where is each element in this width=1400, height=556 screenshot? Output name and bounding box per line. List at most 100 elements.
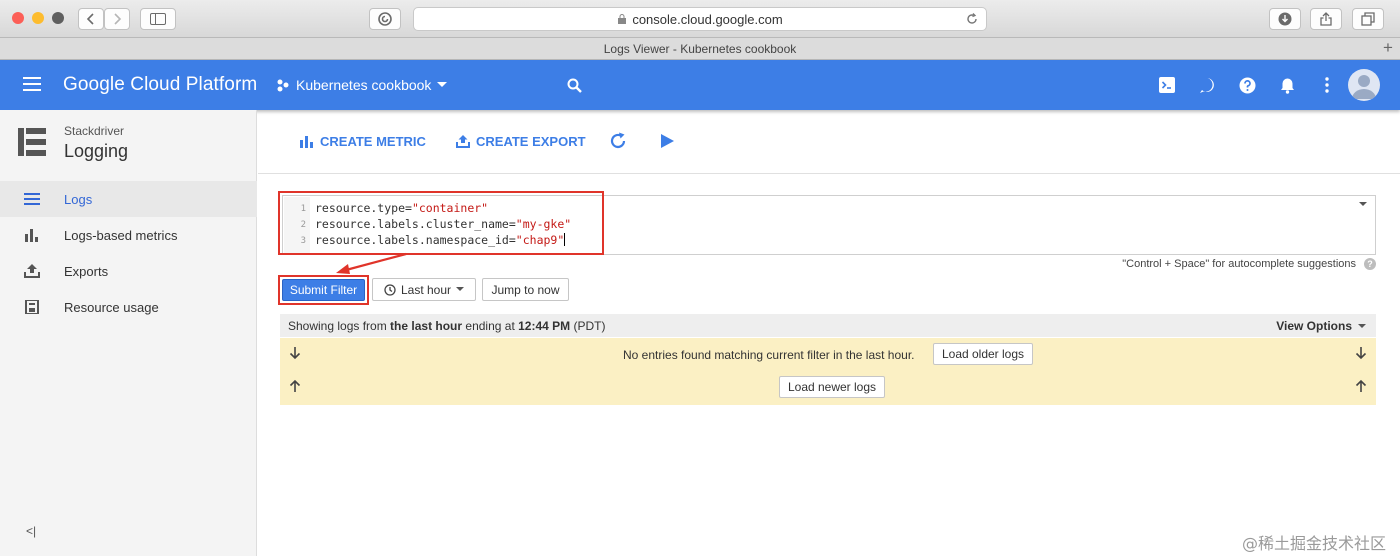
project-dots-icon <box>277 79 289 92</box>
caret-down-icon <box>456 287 465 291</box>
caret-down-icon <box>1358 323 1366 328</box>
status-text: Showing logs from the last hour ending a… <box>288 319 605 333</box>
address-text: console.cloud.google.com <box>632 11 783 27</box>
filter-annotation-box <box>278 191 604 255</box>
sidebar-item-label: Logs-based metrics <box>64 227 178 243</box>
downloads-button[interactable] <box>1269 8 1301 30</box>
share-button[interactable] <box>1310 8 1342 30</box>
alert-icon <box>1199 77 1214 93</box>
avatar[interactable] <box>1348 69 1380 101</box>
jump-to-now-button[interactable]: Jump to now <box>482 278 569 301</box>
more-options-button[interactable] <box>1317 75 1337 95</box>
search-icon <box>567 78 582 93</box>
upload-icon <box>456 135 470 148</box>
address-bar[interactable]: console.cloud.google.com <box>413 7 987 31</box>
play-icon[interactable] <box>661 134 674 148</box>
product-title: Stackdriver Logging <box>64 124 128 162</box>
zoom-window-button[interactable] <box>52 12 64 24</box>
view-options-label: View Options <box>1276 319 1352 333</box>
sidebar-item-label: Resource usage <box>64 299 159 315</box>
create-export-label: CREATE EXPORT <box>476 134 586 149</box>
sidebar-item-logs[interactable]: Logs <box>0 181 257 217</box>
product-name: Logging <box>64 141 129 161</box>
status-range: the last hour <box>390 319 463 333</box>
project-name: Kubernetes cookbook <box>296 77 432 93</box>
watermark: @稀土掘金技术社区 <box>1241 534 1386 553</box>
brand-title[interactable]: Google Cloud Platform <box>63 74 257 96</box>
back-button[interactable] <box>78 8 104 30</box>
minimize-window-button[interactable] <box>32 12 44 24</box>
chevron-right-icon <box>114 13 122 25</box>
status-time: 12:44 PM <box>518 319 571 333</box>
tabs-icon <box>1361 12 1375 26</box>
view-options-button[interactable]: View Options <box>1276 319 1366 333</box>
new-tab-button[interactable]: + <box>1380 39 1396 56</box>
bar-chart-icon <box>25 229 38 242</box>
status-timezone: (PDT) <box>570 319 606 333</box>
storage-icon <box>25 300 39 314</box>
autocomplete-hint: "Control + Space" for autocomplete sugge… <box>1122 258 1356 270</box>
project-selector[interactable]: Kubernetes cookbook <box>276 77 448 93</box>
arrow-down-icon[interactable] <box>1354 346 1368 360</box>
console-header: Google Cloud Platform Kubernetes cookboo… <box>0 60 1400 110</box>
create-metric-button[interactable]: CREATE METRIC <box>300 134 426 149</box>
tabs-overview-button[interactable] <box>1352 8 1384 30</box>
menu-icon[interactable] <box>23 77 41 91</box>
logging-product-icon <box>18 128 46 156</box>
collapse-sidebar-icon[interactable]: <| <box>26 524 36 538</box>
download-icon <box>1278 12 1292 26</box>
reload-icon[interactable] <box>966 13 978 25</box>
sidebar-item-exports[interactable]: Exports <box>0 253 257 289</box>
status-prefix: Showing logs from <box>288 319 391 333</box>
notifications-button[interactable] <box>1277 75 1297 95</box>
submit-annotation-box <box>278 275 369 305</box>
terminal-icon <box>1159 77 1175 93</box>
bell-icon <box>1280 78 1294 94</box>
lock-icon <box>618 14 627 24</box>
help-icon[interactable]: ? <box>1364 258 1376 270</box>
refresh-icon[interactable] <box>609 132 627 150</box>
empty-results-message: No entries found matching current filter… <box>623 348 915 362</box>
time-range-select[interactable]: Last hour <box>372 278 476 301</box>
product-family: Stackdriver <box>64 124 125 138</box>
sidebar-icon <box>150 13 166 25</box>
sidebar-item-resource-usage[interactable]: Resource usage <box>0 289 257 325</box>
sidebar-item-label: Exports <box>64 263 109 279</box>
chevron-left-icon <box>86 13 94 25</box>
arrow-down-icon[interactable] <box>288 346 302 360</box>
arrow-up-icon[interactable] <box>1354 379 1368 393</box>
create-metric-label: CREATE METRIC <box>320 134 426 149</box>
load-newer-logs-button[interactable]: Load newer logs <box>779 376 885 398</box>
annotation-arrow-icon <box>336 252 407 274</box>
log-status-bar: Showing logs from the last hour ending a… <box>280 314 1376 337</box>
action-bar: CREATE METRIC CREATE EXPORT <box>258 110 1400 174</box>
browser-toolbar: console.cloud.google.com <box>0 0 1400 38</box>
more-vert-icon <box>1325 77 1329 93</box>
forward-button[interactable] <box>104 8 130 30</box>
time-range-value: Last hour <box>400 282 452 297</box>
tab-bar: Logs Viewer - Kubernetes cookbook + <box>0 38 1400 60</box>
arrow-up-icon[interactable] <box>288 379 302 393</box>
reader-icon <box>378 12 392 26</box>
sidebar-toggle-button[interactable] <box>140 8 176 30</box>
share-icon <box>1320 12 1332 26</box>
help-button[interactable] <box>1237 75 1257 95</box>
status-middle: ending at <box>462 319 519 333</box>
filter-dropdown-icon[interactable] <box>1359 200 1367 208</box>
create-export-button[interactable]: CREATE EXPORT <box>456 134 586 149</box>
list-icon <box>24 193 40 205</box>
bar-chart-icon <box>300 135 313 148</box>
load-older-logs-button[interactable]: Load older logs <box>933 343 1033 365</box>
sidebar-item-label: Logs <box>64 191 93 207</box>
notifications-alert-button[interactable] <box>1197 75 1217 95</box>
tab-title[interactable]: Logs Viewer - Kubernetes cookbook <box>604 42 797 56</box>
sidebar: Stackdriver Logging Logs Logs-based metr… <box>0 110 257 556</box>
upload-icon <box>24 264 40 278</box>
cloud-shell-button[interactable] <box>1157 75 1177 95</box>
user-avatar-icon <box>1352 75 1376 99</box>
reader-button[interactable] <box>369 8 401 30</box>
caret-down-icon <box>437 82 448 87</box>
sidebar-item-logs-based-metrics[interactable]: Logs-based metrics <box>0 217 257 253</box>
close-window-button[interactable] <box>12 12 24 24</box>
search-button[interactable] <box>564 75 584 95</box>
